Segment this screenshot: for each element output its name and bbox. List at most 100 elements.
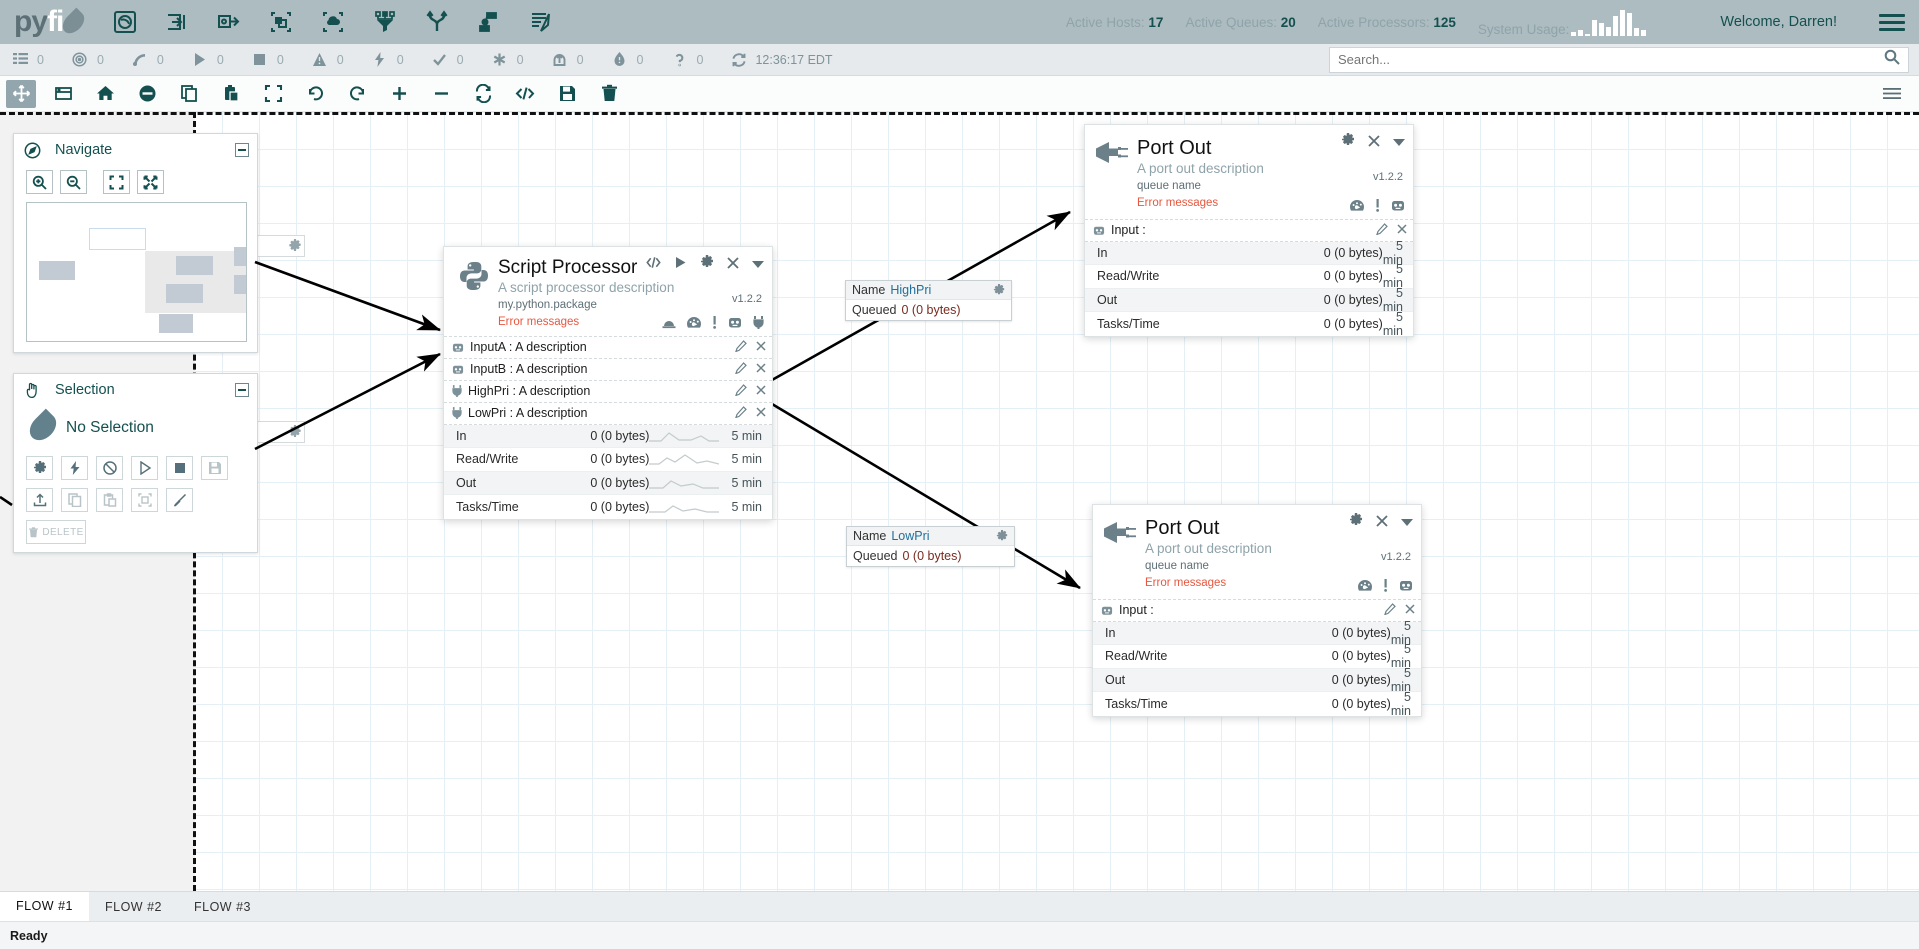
- close-icon[interactable]: [756, 406, 766, 421]
- port-row[interactable]: InputA : A description: [444, 337, 772, 359]
- enable-button[interactable]: [61, 456, 88, 480]
- disable-button[interactable]: [96, 456, 123, 480]
- redo-tool[interactable]: [342, 80, 372, 108]
- gauge-icon[interactable]: [1350, 199, 1364, 217]
- save-tool[interactable]: [552, 80, 582, 108]
- counter-invalid[interactable]: 0: [310, 52, 344, 67]
- node-port-out-2[interactable]: Port Out A port out description queue na…: [1092, 504, 1422, 718]
- close-icon[interactable]: [1376, 514, 1388, 532]
- minimap-viewport[interactable]: [89, 228, 146, 250]
- minimize-icon[interactable]: [235, 383, 249, 397]
- counter-valid[interactable]: 0: [430, 52, 464, 67]
- edit-icon[interactable]: [735, 405, 747, 421]
- counter-running[interactable]: 0: [190, 52, 224, 67]
- tab-flow-1[interactable]: FLOW #1: [0, 892, 89, 921]
- counter-list[interactable]: 0: [10, 52, 44, 67]
- edit-icon[interactable]: [1384, 602, 1396, 618]
- plug-icon[interactable]: [753, 315, 764, 334]
- tab-flow-2[interactable]: FLOW #2: [89, 892, 178, 921]
- port-row[interactable]: Input :: [1085, 220, 1413, 242]
- disable-tool[interactable]: [132, 80, 162, 108]
- input-port-icon[interactable]: [160, 7, 194, 37]
- play-icon[interactable]: [674, 256, 687, 274]
- close-icon[interactable]: [756, 362, 766, 377]
- notes-icon[interactable]: [524, 7, 558, 37]
- chevron-down-icon[interactable]: [1393, 134, 1405, 152]
- close-icon[interactable]: [727, 256, 739, 274]
- home-tool[interactable]: [90, 80, 120, 108]
- hardhat-icon[interactable]: [662, 316, 676, 334]
- exclamation-icon[interactable]: [1383, 578, 1388, 597]
- list-menu-icon[interactable]: [1877, 80, 1907, 108]
- undo-tool[interactable]: [300, 80, 330, 108]
- port-row[interactable]: Input :: [1093, 600, 1421, 622]
- refresh-status[interactable]: 12:36:17 EDT: [729, 52, 833, 68]
- actual-size-button[interactable]: [137, 170, 164, 194]
- counter-question[interactable]: 0: [669, 52, 703, 67]
- gear-icon[interactable]: [700, 255, 714, 274]
- bug-icon[interactable]: [728, 316, 742, 334]
- delete-tool[interactable]: [594, 80, 624, 108]
- port-row[interactable]: LowPri : A description: [444, 403, 772, 425]
- minimap[interactable]: [26, 202, 247, 342]
- minimize-icon[interactable]: [235, 143, 249, 157]
- close-icon[interactable]: [756, 340, 766, 355]
- search-box[interactable]: [1329, 46, 1909, 73]
- funnel-icon[interactable]: [368, 7, 402, 37]
- counter-upload[interactable]: 0: [550, 52, 584, 67]
- exclamation-icon[interactable]: [712, 315, 717, 334]
- paste-button[interactable]: [96, 488, 123, 512]
- processor-icon[interactable]: [108, 7, 142, 37]
- zoom-out-tool[interactable]: [426, 80, 456, 108]
- zoom-in-tool[interactable]: [384, 80, 414, 108]
- save-button[interactable]: [201, 456, 228, 480]
- refresh-tool[interactable]: [468, 80, 498, 108]
- label-icon[interactable]: [472, 7, 506, 37]
- remote-process-group-icon[interactable]: [316, 7, 350, 37]
- queue-label-highpri[interactable]: Name HighPri Queued 0 (0 bytes): [845, 280, 1012, 321]
- close-icon[interactable]: [1405, 603, 1415, 618]
- chevron-down-icon[interactable]: [1401, 514, 1413, 532]
- node-script-processor[interactable]: Script Processor A script processor desc…: [443, 246, 773, 520]
- close-icon[interactable]: [1397, 223, 1407, 238]
- copy-tool[interactable]: [174, 80, 204, 108]
- code-icon[interactable]: [646, 256, 661, 274]
- gear-icon[interactable]: [996, 530, 1008, 542]
- counter-asterisk[interactable]: 0: [490, 52, 524, 67]
- start-button[interactable]: [131, 456, 158, 480]
- gauge-icon[interactable]: [1358, 579, 1372, 597]
- output-port-icon[interactable]: [212, 7, 246, 37]
- flow-canvas[interactable]: Navigate Selection No Selection DELETE S…: [0, 112, 1919, 891]
- edit-icon[interactable]: [735, 383, 747, 399]
- configure-button[interactable]: [26, 456, 53, 480]
- close-icon[interactable]: [756, 384, 766, 399]
- edit-icon[interactable]: [1376, 222, 1388, 238]
- pan-tool[interactable]: [6, 79, 36, 108]
- paste-tool[interactable]: [216, 80, 246, 108]
- fit-tool[interactable]: [258, 80, 288, 108]
- chevron-down-icon[interactable]: [752, 256, 764, 274]
- port-row[interactable]: InputB : A description: [444, 359, 772, 381]
- zoom-out-button[interactable]: [60, 170, 87, 194]
- zoom-in-button[interactable]: [26, 170, 53, 194]
- edit-icon[interactable]: [735, 339, 747, 355]
- bug-icon[interactable]: [1391, 199, 1405, 217]
- queue-label-lowpri[interactable]: Name LowPri Queued 0 (0 bytes): [846, 526, 1015, 567]
- counter-info[interactable]: 0: [610, 52, 643, 67]
- port-row[interactable]: HighPri : A description: [444, 381, 772, 403]
- search-input[interactable]: [1338, 52, 1878, 67]
- upload-button[interactable]: [26, 488, 53, 512]
- template-icon[interactable]: [420, 7, 454, 37]
- copy-button[interactable]: [61, 488, 88, 512]
- edit-icon[interactable]: [735, 361, 747, 377]
- delete-button[interactable]: DELETE: [26, 520, 86, 544]
- select-box-tool[interactable]: [48, 80, 78, 108]
- search-icon[interactable]: [1884, 49, 1900, 70]
- bug-icon[interactable]: [1399, 579, 1413, 597]
- app-logo[interactable]: pyfi: [14, 7, 89, 38]
- process-group-icon[interactable]: [264, 7, 298, 37]
- counter-stopped[interactable]: 0: [250, 52, 284, 67]
- counter-disabled[interactable]: 0: [370, 52, 404, 67]
- gauge-icon[interactable]: [686, 316, 702, 334]
- gear-icon[interactable]: [1341, 133, 1355, 152]
